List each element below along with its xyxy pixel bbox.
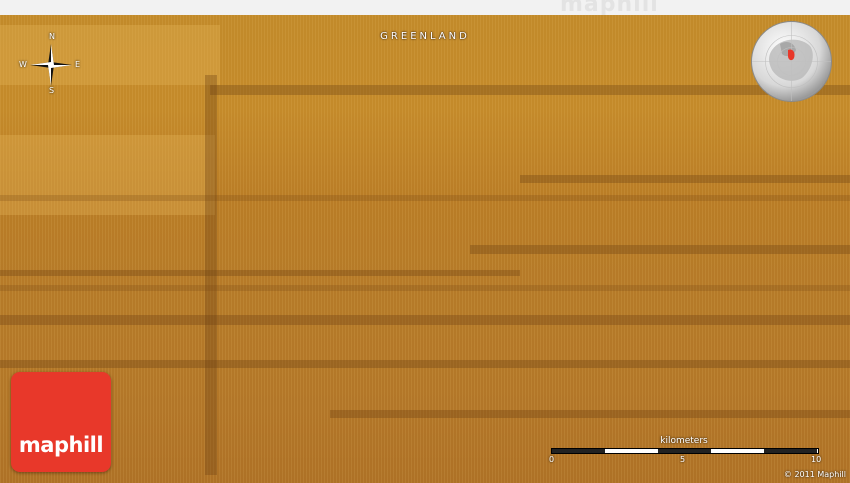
valley-line	[0, 360, 850, 368]
valley-line	[0, 270, 520, 276]
terrain-band	[0, 285, 850, 291]
compass-rose: N S E W	[18, 32, 86, 96]
valley-line	[0, 315, 850, 325]
maphill-logo[interactable]: maphill	[11, 372, 111, 472]
valley-line	[470, 245, 850, 254]
compass-east-label: E	[75, 60, 81, 69]
scale-tick-0: 0	[549, 455, 555, 464]
compass-south-label: S	[49, 86, 55, 95]
logo-text: maphill	[18, 433, 104, 457]
scale-bar: kilometers 0 5 10	[549, 436, 822, 466]
scale-segment	[658, 449, 711, 453]
compass-north-label: N	[49, 32, 55, 41]
terrain-relief	[0, 15, 850, 483]
compass-west-label: W	[19, 60, 27, 69]
valley-line	[520, 175, 850, 183]
terrain-band	[0, 195, 850, 201]
scale-segment	[552, 449, 605, 453]
top-strip: maphill	[0, 0, 850, 17]
scale-tick-5: 5	[680, 455, 686, 464]
ridge-highlight	[0, 135, 215, 215]
region-label: GREENLAND	[380, 31, 470, 42]
scale-unit-label: kilometers	[660, 436, 708, 446]
valley-line	[330, 410, 850, 418]
scale-segment	[764, 449, 817, 453]
globe-icon	[751, 21, 832, 102]
copyright-text: © 2011 Maphill	[783, 470, 846, 479]
locator-globe[interactable]	[750, 20, 833, 103]
scale-tick-10: 10	[811, 455, 822, 464]
map-view[interactable]: maphill GREENLAND N S E W maphill kilome…	[0, 0, 850, 483]
